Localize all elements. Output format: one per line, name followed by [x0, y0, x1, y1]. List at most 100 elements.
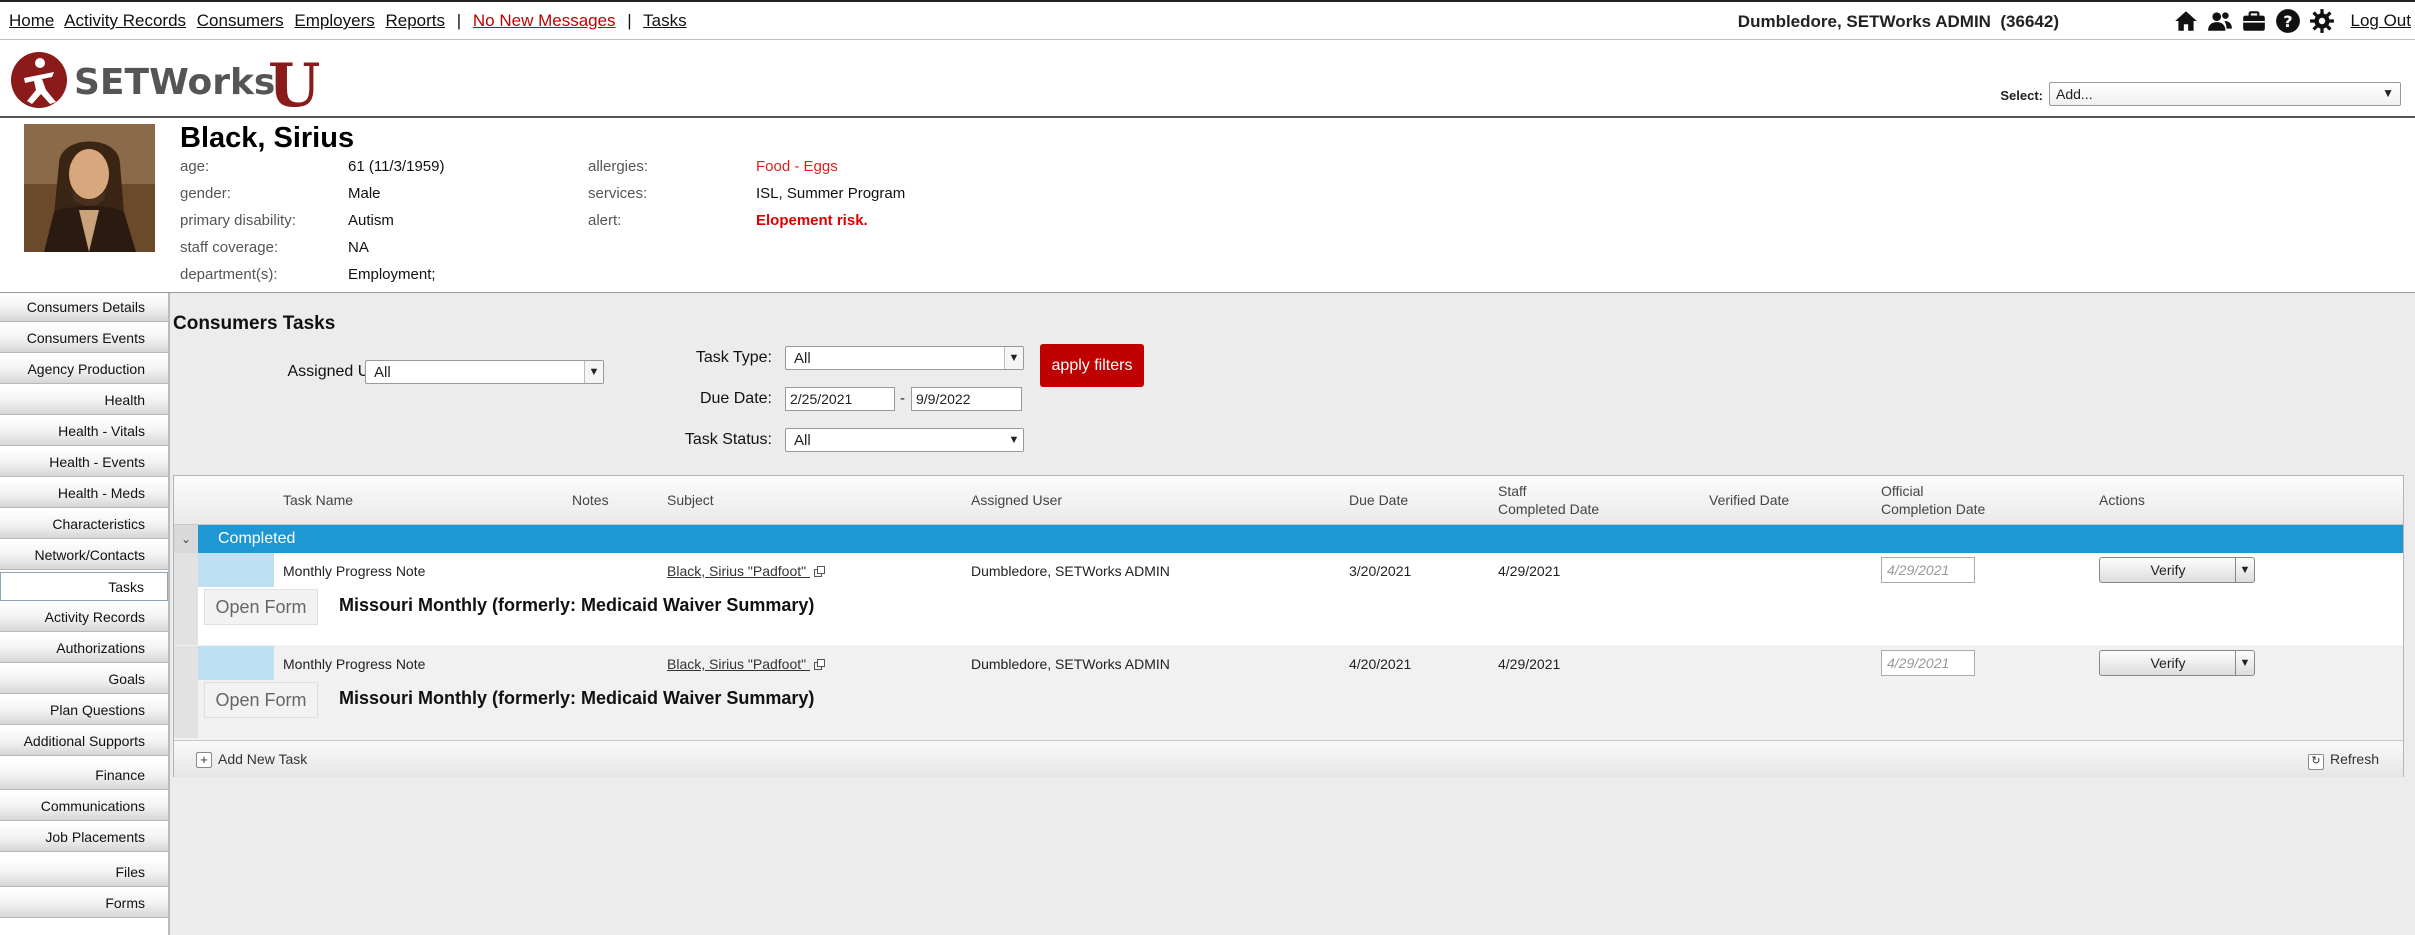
task-status-select[interactable]: All ▼ [785, 428, 1024, 452]
alert-value: Elopement risk. [756, 212, 868, 229]
sidebar-item-activity-records[interactable]: Activity Records [0, 603, 168, 632]
chevron-down-icon[interactable]: ▼ [2235, 651, 2254, 675]
disability-value: Autism [348, 212, 394, 229]
col-staff-completed[interactable]: Staff Completed Date [1498, 482, 1599, 518]
top-nav-links: Home Activity Records Consumers Employer… [9, 11, 693, 31]
task-type-select[interactable]: All ▼ [785, 346, 1024, 370]
header-add-select[interactable]: Add... ▼ [2049, 82, 2401, 106]
nav-tasks-link[interactable]: Tasks [643, 11, 686, 30]
col-subject[interactable]: Subject [667, 491, 714, 509]
col-official-line2: Completion Date [1881, 501, 1986, 517]
official-completion-input[interactable]: 4/29/2021 [1881, 557, 1975, 583]
sidebar-item-network-contacts[interactable]: Network/Contacts [0, 541, 168, 570]
subject-link[interactable]: Black, Sirius "Padfoot" [667, 656, 826, 672]
help-icon[interactable]: ? [2275, 8, 2301, 34]
sidebar-item-health-vitals[interactable]: Health - Vitals [0, 417, 168, 446]
col-staff-completed-line2: Completed Date [1498, 501, 1600, 517]
sidebar-item-consumers-events[interactable]: Consumers Events [0, 324, 168, 353]
group-row-completed[interactable]: ⌄ Completed [174, 525, 2403, 553]
col-official-completion[interactable]: Official Completion Date [1881, 482, 1985, 518]
due-date-from-input[interactable] [785, 387, 895, 411]
task-type-label: Task Type: [695, 349, 772, 366]
due-date-cell: 4/20/2021 [1349, 656, 1412, 672]
sidebar-item-tasks[interactable]: Tasks [0, 572, 168, 601]
table-row: Monthly Progress Note Black, Sirius "Pad… [174, 646, 2403, 738]
due-date-dash: - [900, 390, 905, 407]
sidebar-item-health-events[interactable]: Health - Events [0, 448, 168, 477]
nav-employers-link[interactable]: Employers [294, 11, 374, 30]
col-task-name[interactable]: Task Name [283, 491, 353, 509]
assigned-user-cell: Dumbledore, SETWorks ADMIN [971, 563, 1170, 579]
current-user: Dumbledore, SETWorks ADMIN (36642) [1738, 12, 2059, 32]
users-icon[interactable] [2207, 8, 2233, 34]
sidebar-item-agency-production[interactable]: Agency Production [0, 355, 168, 384]
col-due-date[interactable]: Due Date [1349, 491, 1408, 509]
assigned-user-select[interactable]: All ▼ [365, 360, 604, 384]
sidebar-item-forms[interactable]: Forms [0, 889, 168, 918]
open-form-button[interactable]: Open Form [204, 682, 318, 718]
col-verified-date[interactable]: Verified Date [1709, 491, 1789, 509]
gear-icon[interactable] [2309, 8, 2335, 34]
refresh-label: Refresh [2329, 751, 2379, 767]
sidebar-item-files[interactable]: Files [0, 858, 168, 887]
age-value: 61 (11/3/1959) [348, 158, 445, 175]
sidebar-item-authorizations[interactable]: Authorizations [0, 634, 168, 663]
home-icon[interactable] [2173, 8, 2199, 34]
setworks-logo[interactable]: SETWorks U [10, 50, 330, 121]
subject-text: Black, Sirius "Padfoot" [667, 656, 807, 672]
col-assigned-user[interactable]: Assigned User [971, 491, 1062, 509]
briefcase-icon[interactable] [2241, 8, 2267, 34]
chevron-down-icon[interactable]: ▼ [2235, 558, 2254, 582]
verify-label: Verify [2150, 562, 2186, 578]
sidebar-item-goals[interactable]: Goals [0, 665, 168, 694]
col-notes[interactable]: Notes [572, 491, 609, 509]
nav-activity-records-link[interactable]: Activity Records [64, 11, 186, 30]
chevron-down-icon: ▼ [1004, 347, 1023, 369]
consumer-profile: Black, Sirius age: 61 (11/3/1959) gender… [0, 118, 2415, 293]
refresh-button[interactable]: ↻ Refresh [2307, 751, 2379, 770]
nav-home-link[interactable]: Home [9, 11, 54, 30]
services-label: services: [588, 185, 648, 202]
verify-button[interactable]: Verify ▼ [2099, 650, 2255, 676]
nav-separator: | [627, 11, 632, 30]
subject-link[interactable]: Black, Sirius "Padfoot" [667, 563, 826, 579]
task-type-value: All [794, 350, 811, 367]
collapse-chevron-icon[interactable]: ⌄ [174, 525, 198, 553]
alert-label: alert: [588, 212, 622, 229]
sidebar-item-consumers-details[interactable]: Consumers Details [0, 293, 168, 322]
nav-consumers-link[interactable]: Consumers [197, 11, 284, 30]
due-date-to-input[interactable] [911, 387, 1022, 411]
nav-messages-link[interactable]: No New Messages [473, 11, 616, 30]
sidebar-item-plan-questions[interactable]: Plan Questions [0, 696, 168, 725]
add-new-task-button[interactable]: + Add New Task [196, 751, 307, 768]
nav-reports-link[interactable]: Reports [385, 11, 445, 30]
logout-link[interactable]: Log Out [2351, 11, 2412, 31]
official-completion-input[interactable]: 4/29/2021 [1881, 650, 1975, 676]
age-label: age: [180, 158, 210, 175]
external-link-icon[interactable] [814, 566, 826, 577]
consumer-name: Black, Sirius [180, 122, 355, 154]
sidebar-item-characteristics[interactable]: Characteristics [0, 510, 168, 539]
sidebar-item-finance[interactable]: Finance [0, 761, 168, 790]
verify-button[interactable]: Verify ▼ [2099, 557, 2255, 583]
external-link-icon[interactable] [814, 659, 826, 670]
top-navigation-bar: Home Activity Records Consumers Employer… [0, 0, 2415, 40]
open-form-button[interactable]: Open Form [204, 589, 318, 625]
sidebar-item-job-placements[interactable]: Job Placements [0, 823, 168, 852]
chevron-down-icon: ▼ [584, 361, 603, 383]
col-official-line1: Official [1881, 483, 1924, 499]
form-title: Missouri Monthly (formerly: Medicaid Wai… [339, 595, 815, 615]
apply-filters-button[interactable]: apply filters [1040, 344, 1144, 387]
services-value: ISL, Summer Program [756, 185, 906, 202]
sidebar-item-additional-supports[interactable]: Additional Supports [0, 727, 168, 756]
sidebar-item-health[interactable]: Health [0, 386, 168, 415]
sidebar-item-communications[interactable]: Communications [0, 792, 168, 821]
row-selector[interactable] [198, 646, 274, 680]
nav-separator: | [456, 11, 462, 30]
col-actions: Actions [2099, 492, 2145, 508]
sidebar-item-health-meds[interactable]: Health - Meds [0, 479, 168, 508]
row-selector[interactable] [198, 553, 274, 587]
top-icon-bar: ? [2173, 8, 2335, 34]
user-id: (36642) [2000, 12, 2059, 31]
tasks-grid: Task Name Notes Subject Assigned User Du… [173, 475, 2404, 777]
